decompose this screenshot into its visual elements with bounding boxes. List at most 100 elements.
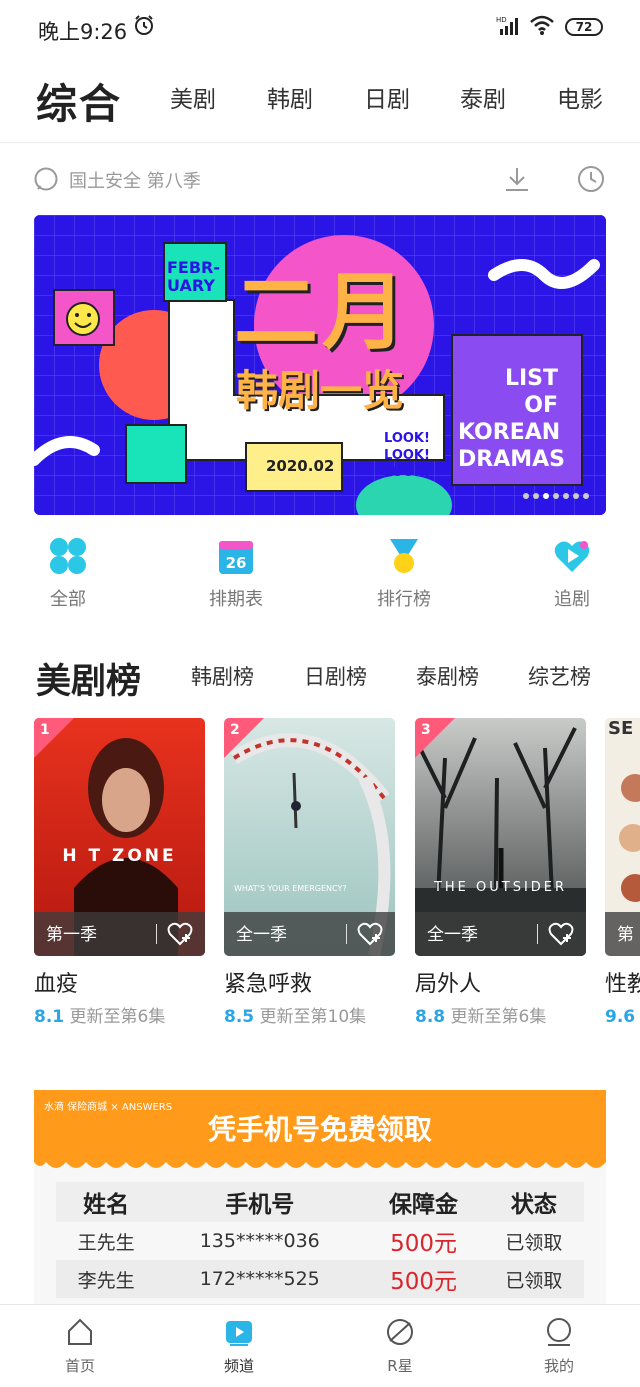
drama-card[interactable]: THE OUTSIDER 3 全一季 局外人 8.8 更新至第6集: [415, 718, 586, 1027]
download-icon[interactable]: [503, 165, 531, 193]
drama-score: 8.5: [224, 1007, 255, 1027]
ranking-tab-thai[interactable]: 泰剧榜: [416, 661, 479, 691]
banner-list-line2: OF: [524, 393, 558, 418]
shortcut-all[interactable]: 全部: [18, 537, 118, 611]
favorite-heart-icon[interactable]: [357, 922, 383, 946]
insurance-ad[interactable]: 水滴 保险商城 × ANSWERS 凭手机号免费领取 姓名 手机号 保障金 状态…: [34, 1090, 606, 1320]
tab-main-selected[interactable]: 综合: [36, 70, 122, 130]
banner-list-text: LIST OF KOREAN DRAMAS: [458, 365, 565, 473]
drama-card[interactable]: H T ZONE 1 第一季 血疫 8.1 更新至第6集: [34, 718, 205, 1027]
ranking-tab-variety[interactable]: 综艺榜: [528, 661, 591, 691]
profile-icon: [547, 1318, 571, 1346]
tab-movie[interactable]: 电影: [557, 80, 603, 114]
banner-look-1: LOOK!: [384, 431, 430, 446]
favorite-heart-icon[interactable]: [167, 922, 193, 946]
tab-japanese-drama[interactable]: 日剧: [364, 80, 410, 114]
ad-headline: 凭手机号免费领取: [207, 1113, 432, 1146]
top-category-nav: 综合 美剧 韩剧 日剧 泰剧 电影: [0, 58, 640, 143]
drama-title[interactable]: 血疫: [34, 966, 205, 998]
bottom-nav: 首页 频道 R星 我的: [0, 1304, 640, 1387]
tab-korean-drama[interactable]: 韩剧: [267, 80, 313, 114]
ranking-tab-korean[interactable]: 韩剧榜: [191, 661, 254, 691]
tab-us-drama[interactable]: 美剧: [170, 80, 216, 114]
favorite-heart-icon[interactable]: [548, 922, 574, 946]
promo-banner[interactable]: 二月 韩剧一览 FEBR- UARY 2020.02 LOOK! LOOK! L…: [34, 215, 606, 515]
banner-look-2: LOOK!: [384, 448, 430, 463]
status-time: 晚上9:26: [38, 20, 128, 44]
cell-amount: 500元: [363, 1260, 484, 1298]
cell-status: 已领取: [483, 1260, 584, 1298]
cell-name: 王先生: [77, 1231, 135, 1254]
shortcut-schedule[interactable]: 26 排期表: [186, 537, 286, 611]
banner-list-line4: DRAMAS: [458, 447, 565, 472]
banner-list-line3: KOREAN: [458, 420, 561, 445]
col-name: 姓名: [56, 1182, 157, 1222]
drama-poster[interactable]: SE 第: [605, 718, 640, 956]
drama-title[interactable]: 性教: [605, 966, 640, 998]
drama-card[interactable]: SE 第 性教 9.6 更: [605, 718, 640, 1027]
table-row: 王先生 135*****036 500元 已领取: [56, 1222, 584, 1260]
nav-rstar[interactable]: R星: [360, 1317, 440, 1376]
drama-poster[interactable]: H T ZONE 1 第一季: [34, 718, 205, 956]
poster-title: H T ZONE: [62, 846, 177, 866]
ad-table: 姓名 手机号 保障金 状态 王先生 135*****036 500元 已领取 李…: [56, 1182, 584, 1320]
nav-profile[interactable]: 我的: [519, 1317, 599, 1376]
nav-profile-label: 我的: [543, 1357, 574, 1375]
poster-title: WHAT'S YOUR EMERGENCY?: [234, 884, 347, 893]
rank-number: 1: [40, 722, 50, 738]
drama-card[interactable]: WHAT'S YOUR EMERGENCY? 2 全一季 紧急呼救 8.5 更新…: [224, 718, 395, 1027]
shortcut-all-label: 全部: [50, 589, 86, 610]
season-label: 第: [617, 925, 634, 945]
col-phone: 手机号: [156, 1182, 364, 1222]
signal-icon: HD: [496, 16, 518, 35]
banner-look-3: LOOK!: [384, 465, 430, 480]
battery-indicator: 72: [565, 18, 603, 36]
home-icon: [68, 1318, 92, 1345]
drama-title[interactable]: 紧急呼救: [224, 966, 395, 998]
drama-title[interactable]: 局外人: [415, 966, 586, 998]
season-label: 全一季: [427, 925, 478, 945]
banner-feb-line1: FEBR-: [167, 258, 221, 277]
col-status: 状态: [483, 1182, 584, 1222]
tab-thai-drama[interactable]: 泰剧: [460, 80, 506, 114]
cell-phone: 135*****036: [199, 1230, 320, 1252]
shortcut-schedule-label: 排期表: [209, 589, 263, 610]
play-heart-icon: [554, 541, 590, 572]
banner-date: 2020.02: [266, 457, 335, 475]
banner-feb-line2: UARY: [167, 276, 215, 295]
search-bar[interactable]: 国土安全 第八季: [0, 143, 640, 215]
search-placeholder[interactable]: 国土安全 第八季: [69, 167, 201, 193]
rank-number: 3: [421, 722, 431, 738]
drama-update: 更新至第10集: [259, 1007, 367, 1027]
season-label: 第一季: [46, 925, 97, 945]
status-bar: 晚上9:26 HD 72: [0, 0, 640, 58]
col-amount: 保障金: [363, 1182, 484, 1222]
nav-home-label: 首页: [64, 1357, 95, 1375]
drama-update: 更新至第6集: [450, 1007, 547, 1027]
nav-home[interactable]: 首页: [40, 1317, 120, 1376]
category-shortcuts: 全部 26 排期表 排行榜 追剧: [0, 525, 640, 625]
drama-poster[interactable]: WHAT'S YOUR EMERGENCY? 2 全一季: [224, 718, 395, 956]
channel-icon: [226, 1321, 252, 1346]
ad-section: 水滴 保险商城 × ANSWERS 凭手机号免费领取 姓名 手机号 保障金 状态…: [0, 1055, 640, 1320]
shortcut-ranking-label: 排行榜: [377, 589, 431, 610]
ad-table-header: 姓名 手机号 保障金 状态: [56, 1182, 584, 1222]
medal-icon: [390, 539, 418, 573]
ranking-section: 美剧榜 韩剧榜 日剧榜 泰剧榜 综艺榜 H T ZONE 1 第一季 血疫 8.…: [0, 625, 640, 1055]
planet-icon: [387, 1319, 413, 1345]
banner-section: 二月 韩剧一览 FEBR- UARY 2020.02 LOOK! LOOK! L…: [0, 215, 640, 525]
shortcut-follow[interactable]: 追剧: [522, 537, 622, 611]
history-icon[interactable]: [577, 165, 605, 193]
banner-look: LOOK! LOOK! LOOK!: [384, 430, 430, 481]
shortcut-ranking[interactable]: 排行榜: [354, 537, 454, 611]
nav-channel[interactable]: 频道: [199, 1317, 279, 1376]
ranking-tab-us-selected[interactable]: 美剧榜: [36, 653, 141, 704]
ad-scallop-edge: [34, 1156, 606, 1168]
banner-list-line1: LIST: [504, 366, 558, 391]
banner-title: 二月: [234, 263, 411, 361]
svg-text:HD: HD: [496, 16, 507, 24]
drama-poster[interactable]: THE OUTSIDER 3 全一季: [415, 718, 586, 956]
poster-title: THE OUTSIDER: [433, 880, 568, 895]
search-icon: [34, 167, 58, 191]
ranking-tab-japanese[interactable]: 日剧榜: [304, 661, 367, 691]
